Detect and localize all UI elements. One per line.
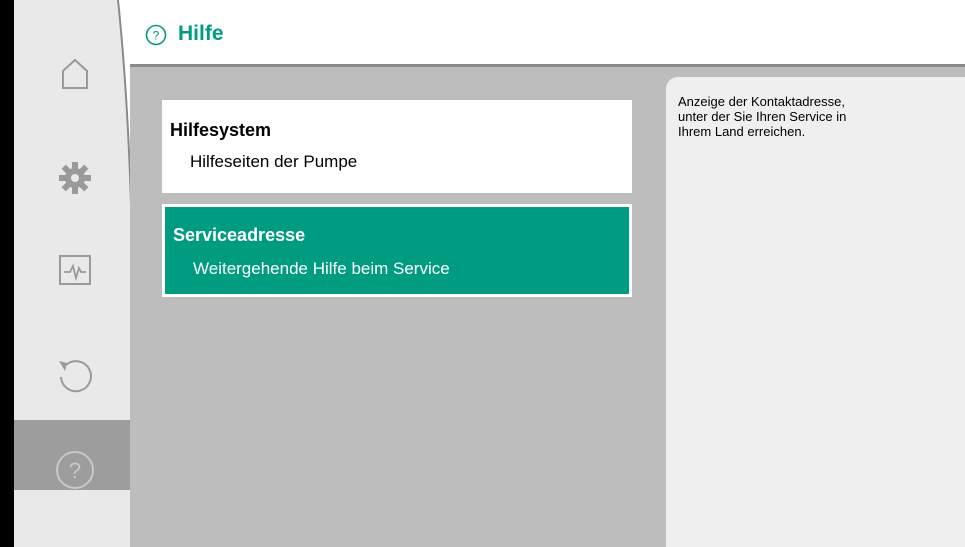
gear-icon	[59, 162, 91, 194]
info-panel: Anzeige der Kontaktadresse, unter der Si…	[666, 77, 965, 547]
info-panel-container: Anzeige der Kontaktadresse, unter der Si…	[666, 67, 965, 547]
menu-item-title: Serviceadresse	[173, 225, 306, 245]
menu-item-hilfesystem[interactable]: Hilfesystem Hilfeseiten der Pumpe	[162, 100, 632, 193]
sidebar-item-reset[interactable]	[35, 345, 115, 405]
sidebar-item-settings[interactable]	[35, 148, 115, 208]
menu-item-subtitle: Weitergehende Hilfe beim Service	[193, 259, 450, 278]
sidebar-item-help[interactable]: ?	[35, 440, 115, 500]
svg-text:?: ?	[153, 29, 160, 43]
sidebar-item-home[interactable]	[35, 42, 115, 102]
menu-item-serviceadresse[interactable]: Serviceadresse Weitergehende Hilfe beim …	[162, 204, 632, 297]
sidebar: ?	[0, 0, 140, 547]
menu-item-title: Hilfesystem	[170, 120, 272, 140]
svg-text:?: ?	[69, 458, 81, 483]
info-text: Anzeige der Kontaktadresse, unter der Si…	[678, 94, 847, 139]
home-icon	[62, 58, 88, 89]
header	[130, 0, 965, 66]
undo-icon	[59, 360, 92, 393]
help-circle-icon: ?	[145, 24, 167, 46]
page-title: Hilfe	[178, 22, 224, 45]
help-circle-icon: ?	[56, 451, 94, 489]
pulse-monitor-icon	[59, 255, 91, 285]
sidebar-item-diagnostics[interactable]	[35, 240, 115, 300]
menu-item-subtitle: Hilfeseiten der Pumpe	[190, 152, 358, 171]
